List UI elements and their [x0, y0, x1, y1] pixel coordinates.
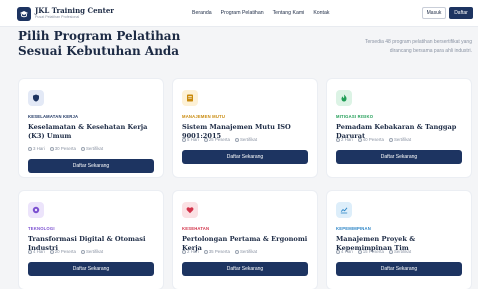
certificate-icon	[388, 137, 393, 142]
page-title-line2: Sesuai Kebutuhan Anda	[18, 44, 180, 58]
program-card: KESEHATAN Pertolongan Pertama & Ergonomi…	[172, 190, 318, 289]
card-participants: 35 Peserta	[208, 249, 230, 254]
register-button[interactable]: Daftar	[449, 7, 473, 19]
clock-icon	[336, 249, 340, 254]
card-certificate: Sertifikat	[85, 249, 104, 254]
card-certificate: Sertifikat	[85, 146, 104, 151]
card-participants: 15 Peserta	[362, 249, 384, 254]
card-days: 4 Hari	[33, 249, 45, 254]
register-now-button[interactable]: Daftar Sekarang	[336, 262, 462, 276]
card-category: MANAJEMEN MUTU	[182, 114, 226, 119]
register-now-button[interactable]: Daftar Sekarang	[28, 262, 154, 276]
card-category: TEKNOLOGI	[28, 226, 55, 231]
gear-icon	[28, 202, 44, 218]
register-now-button[interactable]: Daftar Sekarang	[336, 150, 462, 164]
card-days: 2 Hari	[187, 249, 199, 254]
card-category: KEPEMIMPINAN	[336, 226, 371, 231]
program-card: MITIGASI RISIKO Pemadam Kebakaran & Tang…	[326, 78, 472, 178]
program-card: MANAJEMEN MUTU Sistem Manajemen Mutu ISO…	[172, 78, 318, 178]
card-meta: 4 Hari 20 Peserta Sertifikat	[28, 249, 103, 254]
document-icon	[182, 90, 198, 106]
shield-icon	[28, 90, 44, 106]
clock-icon	[182, 137, 186, 142]
register-now-button[interactable]: Daftar Sekarang	[28, 159, 154, 173]
program-card: TEKNOLOGI Transformasi Digital & Otomasi…	[18, 190, 164, 289]
nav-link-kontak[interactable]: Kontak	[313, 10, 329, 16]
users-icon	[203, 137, 208, 142]
login-button[interactable]: Masuk	[422, 7, 446, 19]
card-meta: 2 Hari 40 Peserta Sertifikat	[336, 137, 411, 142]
card-title: Keselamatan & Kesehatan Kerja (K3) Umum	[28, 123, 148, 140]
brand-title[interactable]: JKL Training Center	[35, 6, 114, 15]
card-participants: 30 Peserta	[54, 146, 76, 151]
card-days: 3 Hari	[33, 146, 45, 151]
users-icon	[49, 249, 54, 254]
card-meta: 5 Hari 25 Peserta Sertifikat	[182, 137, 257, 142]
card-days: 2 Hari	[341, 137, 353, 142]
card-participants: 40 Peserta	[362, 137, 384, 142]
top-navbar: JKL Training Center Pusat Pelatihan Prof…	[0, 0, 478, 27]
certificate-icon	[388, 249, 393, 254]
card-meta: 3 Hari 30 Peserta Sertifikat	[28, 146, 103, 151]
certificate-icon	[234, 137, 239, 142]
card-meta: 2 Hari 35 Peserta Sertifikat	[182, 249, 257, 254]
clock-icon	[28, 146, 32, 151]
card-category: KESELAMATAN KERJA	[28, 114, 79, 119]
program-card: KEPEMIMPINAN Manajemen Proyek & Kepemimp…	[326, 190, 472, 289]
nav-link-tentang[interactable]: Tentang Kami	[273, 10, 305, 16]
certificate-icon	[234, 249, 239, 254]
register-now-button[interactable]: Daftar Sekarang	[182, 150, 308, 164]
card-certificate: Sertifikat	[393, 137, 412, 142]
register-now-button[interactable]: Daftar Sekarang	[182, 262, 308, 276]
hero-description-line1: Tersedia 48 program pelatihan bersertifi…	[364, 39, 472, 45]
hero-description-line2: dirancang bersama para ahli industri.	[389, 48, 472, 54]
nav-links: Beranda Program Pelatihan Tentang Kami K…	[192, 10, 329, 16]
clock-icon	[182, 249, 186, 254]
chart-icon	[336, 202, 352, 218]
page-title-line1: Pilih Program Pelatihan	[18, 29, 181, 43]
users-icon	[203, 249, 208, 254]
card-meta: 4 Hari 15 Peserta Sertifikat	[336, 249, 411, 254]
card-category: MITIGASI RISIKO	[336, 114, 374, 119]
program-card: KESELAMATAN KERJA Keselamatan & Kesehata…	[18, 78, 164, 178]
card-category: KESEHATAN	[182, 226, 210, 231]
users-icon	[357, 249, 362, 254]
users-icon	[49, 146, 54, 151]
nav-link-program[interactable]: Program Pelatihan	[221, 10, 264, 16]
brand-subtitle: Pusat Pelatihan Profesional	[35, 15, 80, 19]
nav-link-beranda[interactable]: Beranda	[192, 10, 212, 16]
card-certificate: Sertifikat	[239, 249, 258, 254]
card-certificate: Sertifikat	[393, 249, 412, 254]
certificate-icon	[80, 146, 85, 151]
card-certificate: Sertifikat	[239, 137, 258, 142]
users-icon	[357, 137, 362, 142]
heart-icon	[182, 202, 198, 218]
hero-description: Tersedia 48 program pelatihan bersertifi…	[300, 38, 472, 56]
logo-icon[interactable]	[17, 7, 31, 21]
card-participants: 25 Peserta	[208, 137, 230, 142]
certificate-icon	[80, 249, 85, 254]
fire-icon	[336, 90, 352, 106]
card-days: 5 Hari	[187, 137, 199, 142]
clock-icon	[28, 249, 32, 254]
clock-icon	[336, 137, 340, 142]
card-days: 4 Hari	[341, 249, 353, 254]
card-participants: 20 Peserta	[54, 249, 76, 254]
page-title: Pilih Program Pelatihan Sesuai Kebutuhan…	[18, 29, 258, 59]
